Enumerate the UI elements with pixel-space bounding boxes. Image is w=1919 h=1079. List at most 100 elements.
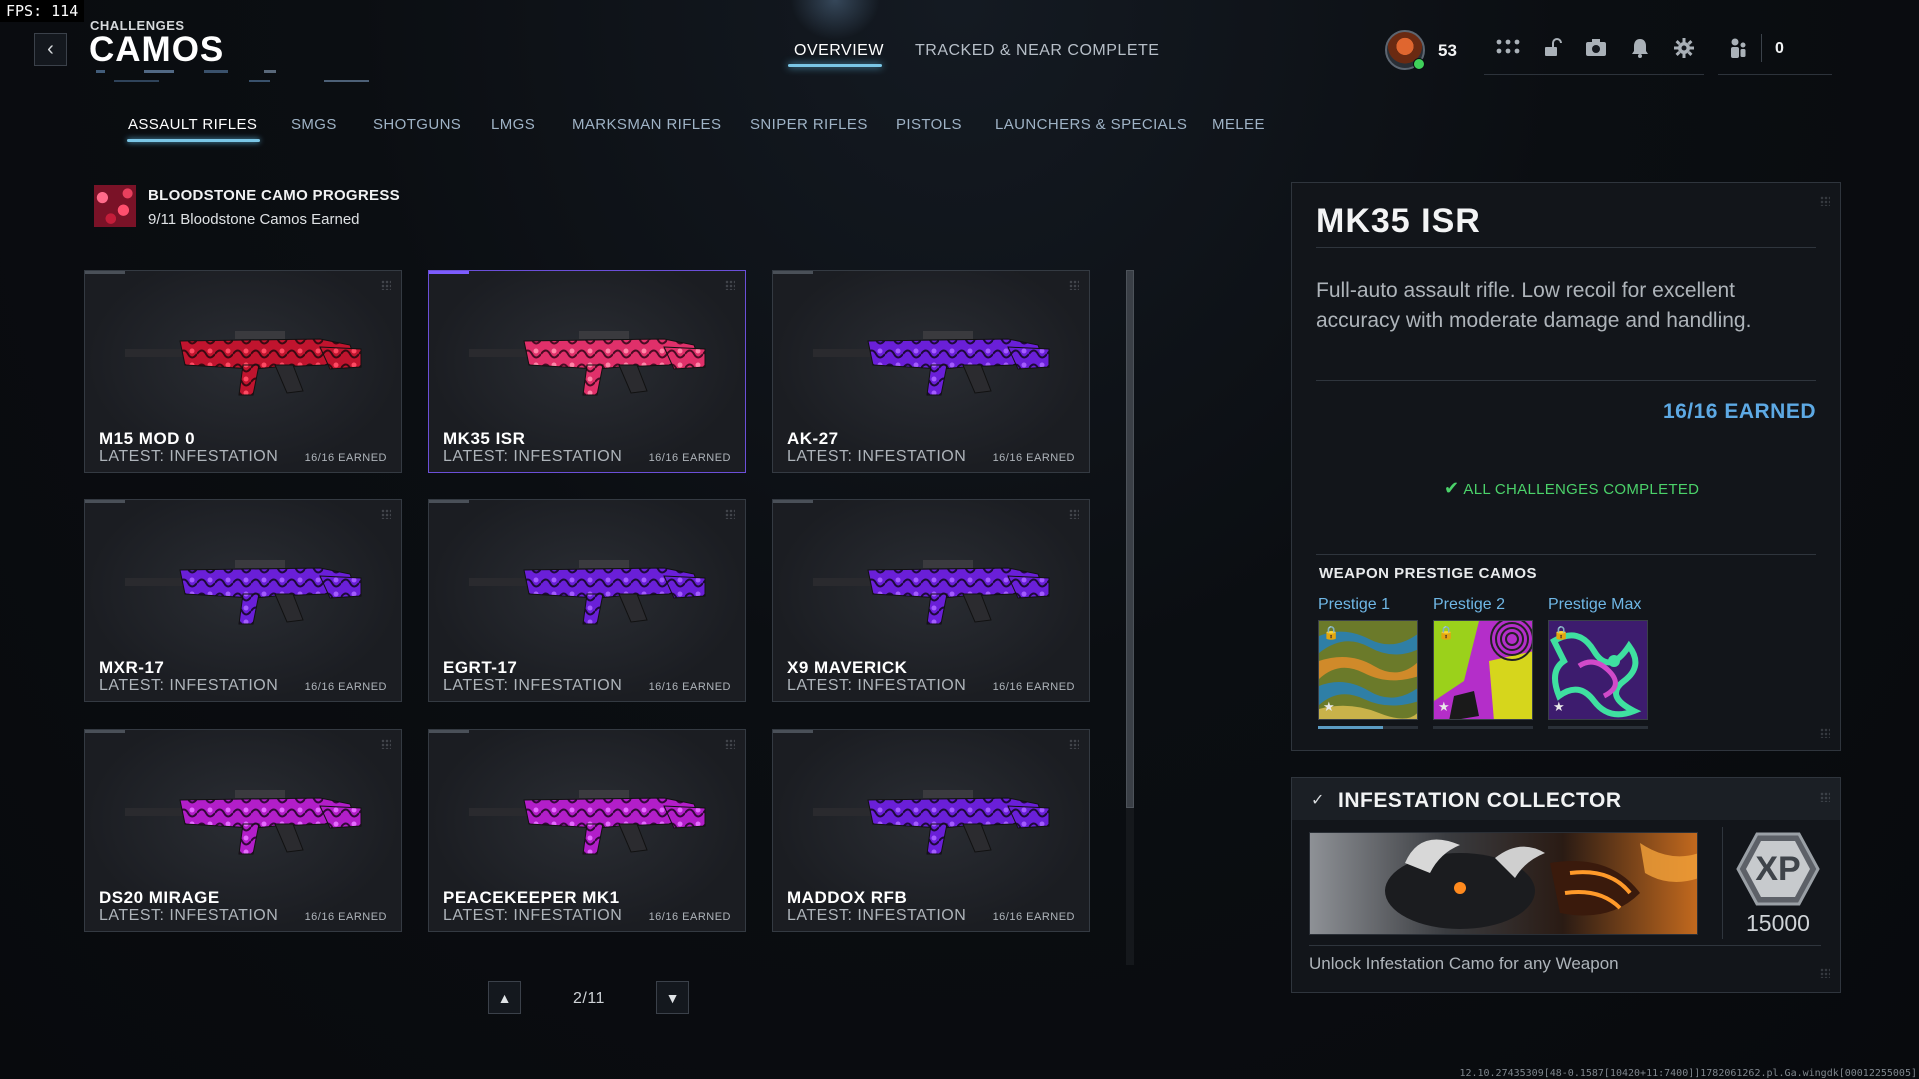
- weapon-earned-count: 16/16 EARNED: [992, 681, 1075, 693]
- category-tab-assault-rifles[interactable]: ASSAULT RIFLES: [128, 116, 257, 133]
- camera-icon[interactable]: [1582, 34, 1610, 62]
- panel-grip-icon: [1820, 196, 1830, 206]
- card-grip-icon: [725, 280, 735, 290]
- category-tab-pistols[interactable]: PISTOLS: [896, 116, 962, 133]
- prestige-badge-icon: ★: [1438, 699, 1450, 714]
- weapon-card[interactable]: AK-27 LATEST: INFESTATION 16/16 EARNED: [772, 270, 1090, 473]
- weapon-card[interactable]: M15 MOD 0 LATEST: INFESTATION 16/16 EARNED: [84, 270, 402, 473]
- card-progress-indicator: [85, 500, 125, 503]
- weapon-earned-count: 16/16 EARNED: [992, 452, 1075, 464]
- bloodstone-camo-thumbnail: [94, 185, 136, 227]
- tab-overview-underline: [788, 64, 882, 67]
- card-progress-indicator: [429, 500, 469, 503]
- camo-progress-subtitle: 9/11 Bloodstone Camos Earned: [148, 211, 360, 228]
- prestige-max-progress-bar: [1548, 726, 1648, 729]
- card-grip-icon: [1069, 280, 1079, 290]
- weapon-earned-count: 16/16 EARNED: [304, 681, 387, 693]
- prestige-2-progress-bar: [1433, 726, 1533, 729]
- build-version-string: 12.10.27435309[48-0.1587[10420+11:7400]]…: [1459, 1068, 1917, 1079]
- card-progress-indicator: [429, 271, 469, 274]
- fps-counter: FPS: 114: [0, 0, 85, 22]
- weapon-card[interactable]: EGRT-17 LATEST: INFESTATION 16/16 EARNED: [428, 499, 746, 702]
- title-decoration: [84, 62, 384, 92]
- weapon-name: AK-27: [787, 429, 839, 448]
- card-grip-icon: [1069, 739, 1079, 749]
- prestige-1-camo-tile[interactable]: 🔒 ★: [1318, 620, 1418, 720]
- lock-icon: 🔒: [1323, 625, 1340, 640]
- weapon-latest-camo: LATEST: INFESTATION: [787, 448, 967, 465]
- weapon-card[interactable]: X9 MAVERICK LATEST: INFESTATION 16/16 EARN…: [772, 499, 1090, 702]
- prestige-2-camo-tile[interactable]: 🔒 ★: [1433, 620, 1533, 720]
- weapon-card[interactable]: PEACEKEEPER MK1 LATEST: INFESTATION 16/16 …: [428, 729, 746, 932]
- collector-resize-icon: [1820, 968, 1830, 978]
- challenges-status-text: ALL CHALLENGES COMPLETED: [1463, 481, 1700, 498]
- category-tab-marksman-rifles[interactable]: MARKSMAN RIFLES: [572, 116, 721, 133]
- weapon-earned-count: 16/16 EARNED: [304, 452, 387, 464]
- category-tab-launchers-specials[interactable]: LAUNCHERS & SPECIALS: [995, 116, 1187, 133]
- weapon-latest-camo: LATEST: INFESTATION: [443, 448, 623, 465]
- tab-overview[interactable]: OVERVIEW: [794, 42, 884, 60]
- prestige-max-camo-tile[interactable]: 🔒 ★: [1548, 620, 1648, 720]
- category-tab-shotguns[interactable]: SHOTGUNS: [373, 116, 461, 133]
- detail-divider-mid: [1316, 380, 1816, 381]
- category-tab-smgs[interactable]: SMGS: [291, 116, 337, 133]
- card-progress-indicator: [773, 500, 813, 503]
- card-grip-icon: [725, 509, 735, 519]
- category-tab-melee[interactable]: MELEE: [1212, 116, 1265, 133]
- page-up-button[interactable]: ▲: [488, 981, 521, 1014]
- category-tab-lmgs[interactable]: LMGS: [491, 116, 535, 133]
- weapon-earned-count: 16/16 EARNED: [648, 681, 731, 693]
- prestige-camos-heading: WEAPON PRESTIGE CAMOS: [1319, 565, 1538, 582]
- weapon-earned-count: 16/16 EARNED: [648, 911, 731, 923]
- category-tab-underline: [127, 139, 260, 142]
- weapon-name: DS20 MIRAGE: [99, 888, 220, 907]
- weapon-camo-preview: [469, 790, 706, 855]
- collector-divider: [1309, 945, 1821, 946]
- grid-scrollbar-thumb[interactable]: [1126, 270, 1134, 808]
- online-status-indicator: [1413, 58, 1425, 70]
- card-grip-icon: [381, 280, 391, 290]
- challenges-status: ✔ ALL CHALLENGES COMPLETED: [1444, 478, 1699, 499]
- weapon-card[interactable]: DS20 MIRAGE LATEST: INFESTATION 16/16 EARN…: [84, 729, 402, 932]
- page-indicator: 2/11: [573, 990, 605, 1007]
- apps-grid-icon[interactable]: [1494, 34, 1522, 62]
- weapon-name: M15 MOD 0: [99, 429, 196, 448]
- prestige-1-label: Prestige 1: [1318, 596, 1391, 613]
- card-grip-icon: [1069, 509, 1079, 519]
- weapon-earned-count: 16/16 EARNED: [992, 911, 1075, 923]
- weapon-name: EGRT-17: [443, 658, 518, 677]
- collector-grip-icon: [1820, 792, 1830, 802]
- weapon-camo-preview: [125, 790, 362, 855]
- back-button[interactable]: ‹: [34, 33, 67, 66]
- gear-icon[interactable]: [1670, 34, 1698, 62]
- weapon-latest-camo: LATEST: INFESTATION: [787, 907, 967, 924]
- category-tab-sniper-rifles[interactable]: SNIPER RIFLES: [750, 116, 868, 133]
- prestige-badge-icon: ★: [1323, 699, 1335, 714]
- weapon-detail-earned: 16/16 EARNED: [1662, 400, 1816, 423]
- weapon-name: MK35 ISR: [443, 429, 526, 448]
- weapon-card[interactable]: MK35 ISR LATEST: INFESTATION 16/16 EARNED: [428, 270, 746, 473]
- header-divider-right: [1718, 74, 1832, 75]
- weapon-card[interactable]: MADDOX RFB LATEST: INFESTATION 16/16 EARNE…: [772, 729, 1090, 932]
- chevron-up-icon: ▲: [497, 989, 512, 1006]
- header-separator: [1761, 34, 1762, 62]
- card-progress-indicator: [429, 730, 469, 733]
- weapon-name: X9 MAVERICK: [787, 658, 908, 677]
- tab-tracked[interactable]: TRACKED & NEAR COMPLETE: [915, 42, 1159, 60]
- weapon-camo-preview: [813, 331, 1050, 396]
- party-icon[interactable]: [1724, 34, 1752, 62]
- notification-bell-icon[interactable]: [1626, 34, 1654, 62]
- infestation-reward-image: [1309, 832, 1698, 935]
- weapon-camo-preview: [813, 790, 1050, 855]
- unlocks-icon[interactable]: [1538, 34, 1566, 62]
- weapon-camo-preview: [813, 560, 1050, 625]
- check-icon: ✓: [1311, 792, 1325, 809]
- card-grip-icon: [381, 509, 391, 519]
- weapon-card[interactable]: MXR-17 LATEST: INFESTATION 16/16 EARNED: [84, 499, 402, 702]
- prestige-badge-icon: ★: [1553, 699, 1565, 714]
- camo-progress-title: BLOODSTONE CAMO PROGRESS: [148, 187, 400, 204]
- tab-glow: [790, 0, 880, 40]
- weapon-latest-camo: LATEST: INFESTATION: [787, 677, 967, 694]
- weapon-camo-preview: [125, 560, 362, 625]
- page-down-button[interactable]: ▼: [656, 981, 689, 1014]
